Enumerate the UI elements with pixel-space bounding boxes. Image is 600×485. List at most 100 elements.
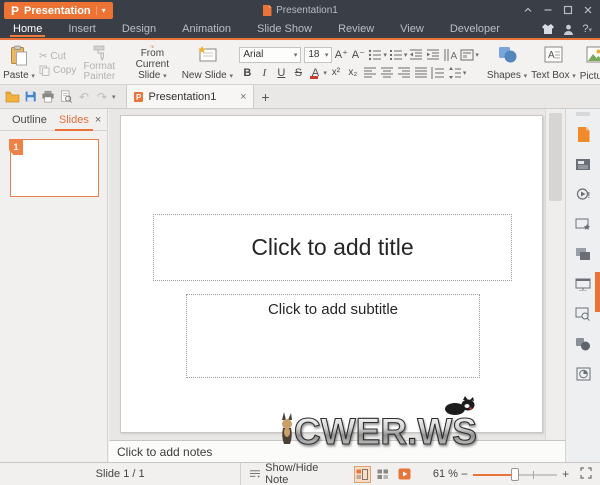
- slides-stack-button[interactable]: [574, 245, 592, 263]
- zoom-value: 61 %: [432, 468, 458, 480]
- help-button[interactable]: ?▾: [582, 23, 592, 35]
- account-icon[interactable]: [563, 24, 574, 35]
- vertical-scrollbar[interactable]: [545, 109, 565, 440]
- save-button[interactable]: [22, 89, 38, 105]
- numbered-list-button[interactable]: ▾: [388, 47, 407, 63]
- bullet-list-button[interactable]: ▾: [367, 47, 387, 63]
- print-preview-button[interactable]: [58, 89, 74, 105]
- distribute-text-button[interactable]: [430, 65, 446, 81]
- superscript-button[interactable]: x²: [328, 65, 344, 81]
- decrease-font-button[interactable]: A⁻: [350, 47, 366, 63]
- undo-button[interactable]: ↶: [76, 89, 92, 105]
- increase-indent-button[interactable]: [425, 47, 441, 63]
- quick-access-caret[interactable]: ▾: [112, 93, 116, 101]
- window-controls: [518, 0, 598, 20]
- fit-slide-button[interactable]: [580, 466, 592, 482]
- app-menu-button[interactable]: P Presentation ▾: [4, 2, 113, 19]
- theme-shirt-icon[interactable]: [541, 23, 555, 35]
- justify-button[interactable]: [413, 65, 429, 81]
- close-button[interactable]: [578, 0, 598, 20]
- copy-button[interactable]: Copy: [39, 65, 76, 76]
- minimize-button[interactable]: [538, 0, 558, 20]
- chart-sidebar-button[interactable]: [574, 365, 592, 383]
- bold-button[interactable]: B: [239, 65, 255, 81]
- window-title-text: Presentation1: [276, 4, 338, 16]
- slide-effects-button[interactable]: [574, 215, 592, 233]
- play-slideshow-button[interactable]: [574, 275, 592, 293]
- status-bar: Slide 1 / 1 Show/Hide Note 61 % − +: [0, 462, 600, 485]
- slide-number-badge: 1: [9, 139, 23, 155]
- tab-insert[interactable]: Insert: [55, 20, 109, 38]
- font-color-button[interactable]: A ▾: [307, 65, 327, 81]
- slide-canvas[interactable]: Click to add title Click to add subtitle: [120, 115, 543, 433]
- new-tab-button[interactable]: +: [254, 85, 278, 108]
- sidebar-scroll-indicator[interactable]: [595, 272, 600, 312]
- slide-search-icon: [575, 307, 590, 321]
- notes-area[interactable]: Click to add notes: [109, 440, 565, 462]
- text-box-button[interactable]: A Text Box ▾: [529, 44, 578, 83]
- tab-home[interactable]: Home: [0, 20, 55, 38]
- slide-sorter-view-button[interactable]: [375, 466, 392, 483]
- print-button[interactable]: [40, 89, 56, 105]
- align-center-button[interactable]: [379, 65, 395, 81]
- new-slide-button[interactable]: New Slide ▾: [181, 44, 233, 83]
- strikethrough-button[interactable]: S: [290, 65, 306, 81]
- tab-developer-label: Developer: [449, 23, 500, 35]
- svg-text:A: A: [451, 51, 458, 62]
- shapes-sidebar-button[interactable]: [574, 335, 592, 353]
- subscript-button[interactable]: x₂: [345, 65, 361, 81]
- format-painter-button[interactable]: Format Painter: [79, 44, 119, 83]
- tab-animation[interactable]: Animation: [169, 20, 244, 38]
- scrollbar-thumb[interactable]: [549, 113, 562, 201]
- tab-design[interactable]: Design: [109, 20, 169, 38]
- tab-slides[interactable]: Slides: [53, 109, 95, 131]
- animation-pane-button[interactable]: !: [574, 185, 592, 203]
- new-document-button[interactable]: [574, 125, 592, 143]
- document-tab-title: Presentation1: [148, 90, 217, 103]
- normal-view-button[interactable]: [353, 465, 371, 483]
- paste-button[interactable]: Paste ▾: [2, 44, 36, 83]
- decrease-indent-button[interactable]: [408, 47, 424, 63]
- cut-button[interactable]: ✂ Cut: [39, 51, 76, 62]
- font-size-select[interactable]: 18 ▾: [304, 46, 333, 63]
- increase-font-button[interactable]: A⁺: [333, 47, 349, 63]
- slide-layout-button[interactable]: ▾: [459, 47, 479, 63]
- show-hide-note-button[interactable]: Show/Hide Note: [241, 462, 346, 485]
- picture-button[interactable]: Picture: [578, 44, 600, 83]
- line-spacing-button[interactable]: ▾: [447, 65, 466, 81]
- tab-slide-show[interactable]: Slide Show: [244, 20, 325, 38]
- zoom-slider[interactable]: [472, 466, 558, 483]
- document-tab[interactable]: P Presentation1 ×: [125, 85, 254, 108]
- subtitle-placeholder[interactable]: Click to add subtitle: [186, 294, 480, 378]
- italic-button[interactable]: I: [256, 65, 272, 81]
- zoom-slider-handle[interactable]: [510, 467, 519, 481]
- slideshow-play-button[interactable]: [396, 466, 413, 483]
- tab-outline[interactable]: Outline: [6, 109, 53, 131]
- slide-counter: Slide 1 / 1: [0, 463, 242, 485]
- chevron-down-icon: ▾: [324, 51, 329, 59]
- title-placeholder[interactable]: Click to add title: [153, 214, 512, 281]
- underline-button[interactable]: U: [273, 65, 289, 81]
- from-current-slide-button[interactable]: From Current Slide ▾: [123, 44, 181, 83]
- maximize-button[interactable]: [558, 0, 578, 20]
- text-direction-button[interactable]: A: [442, 47, 458, 63]
- close-tab-icon[interactable]: ×: [240, 91, 246, 103]
- redo-button[interactable]: ↷: [94, 89, 110, 105]
- slide-find-button[interactable]: [574, 305, 592, 323]
- align-left-button[interactable]: [362, 65, 378, 81]
- zoom-in-button[interactable]: +: [559, 467, 572, 481]
- notes-placeholder: Click to add notes: [117, 444, 213, 459]
- align-right-button[interactable]: [396, 65, 412, 81]
- close-panel-icon[interactable]: ×: [95, 114, 101, 126]
- tab-review[interactable]: Review: [325, 20, 387, 38]
- sidebar-handle[interactable]: [566, 109, 600, 119]
- collapse-ribbon-button[interactable]: [518, 0, 538, 20]
- font-name-select[interactable]: Arial ▾: [239, 46, 302, 63]
- slide-thumbnail-1[interactable]: 1: [9, 139, 99, 197]
- shapes-button[interactable]: Shapes ▾: [485, 44, 529, 83]
- tab-developer[interactable]: Developer: [437, 20, 513, 38]
- open-file-button[interactable]: [4, 89, 20, 105]
- slide-layout-sidebar-button[interactable]: [574, 155, 592, 173]
- zoom-out-button[interactable]: −: [458, 467, 471, 481]
- tab-view[interactable]: View: [387, 20, 437, 38]
